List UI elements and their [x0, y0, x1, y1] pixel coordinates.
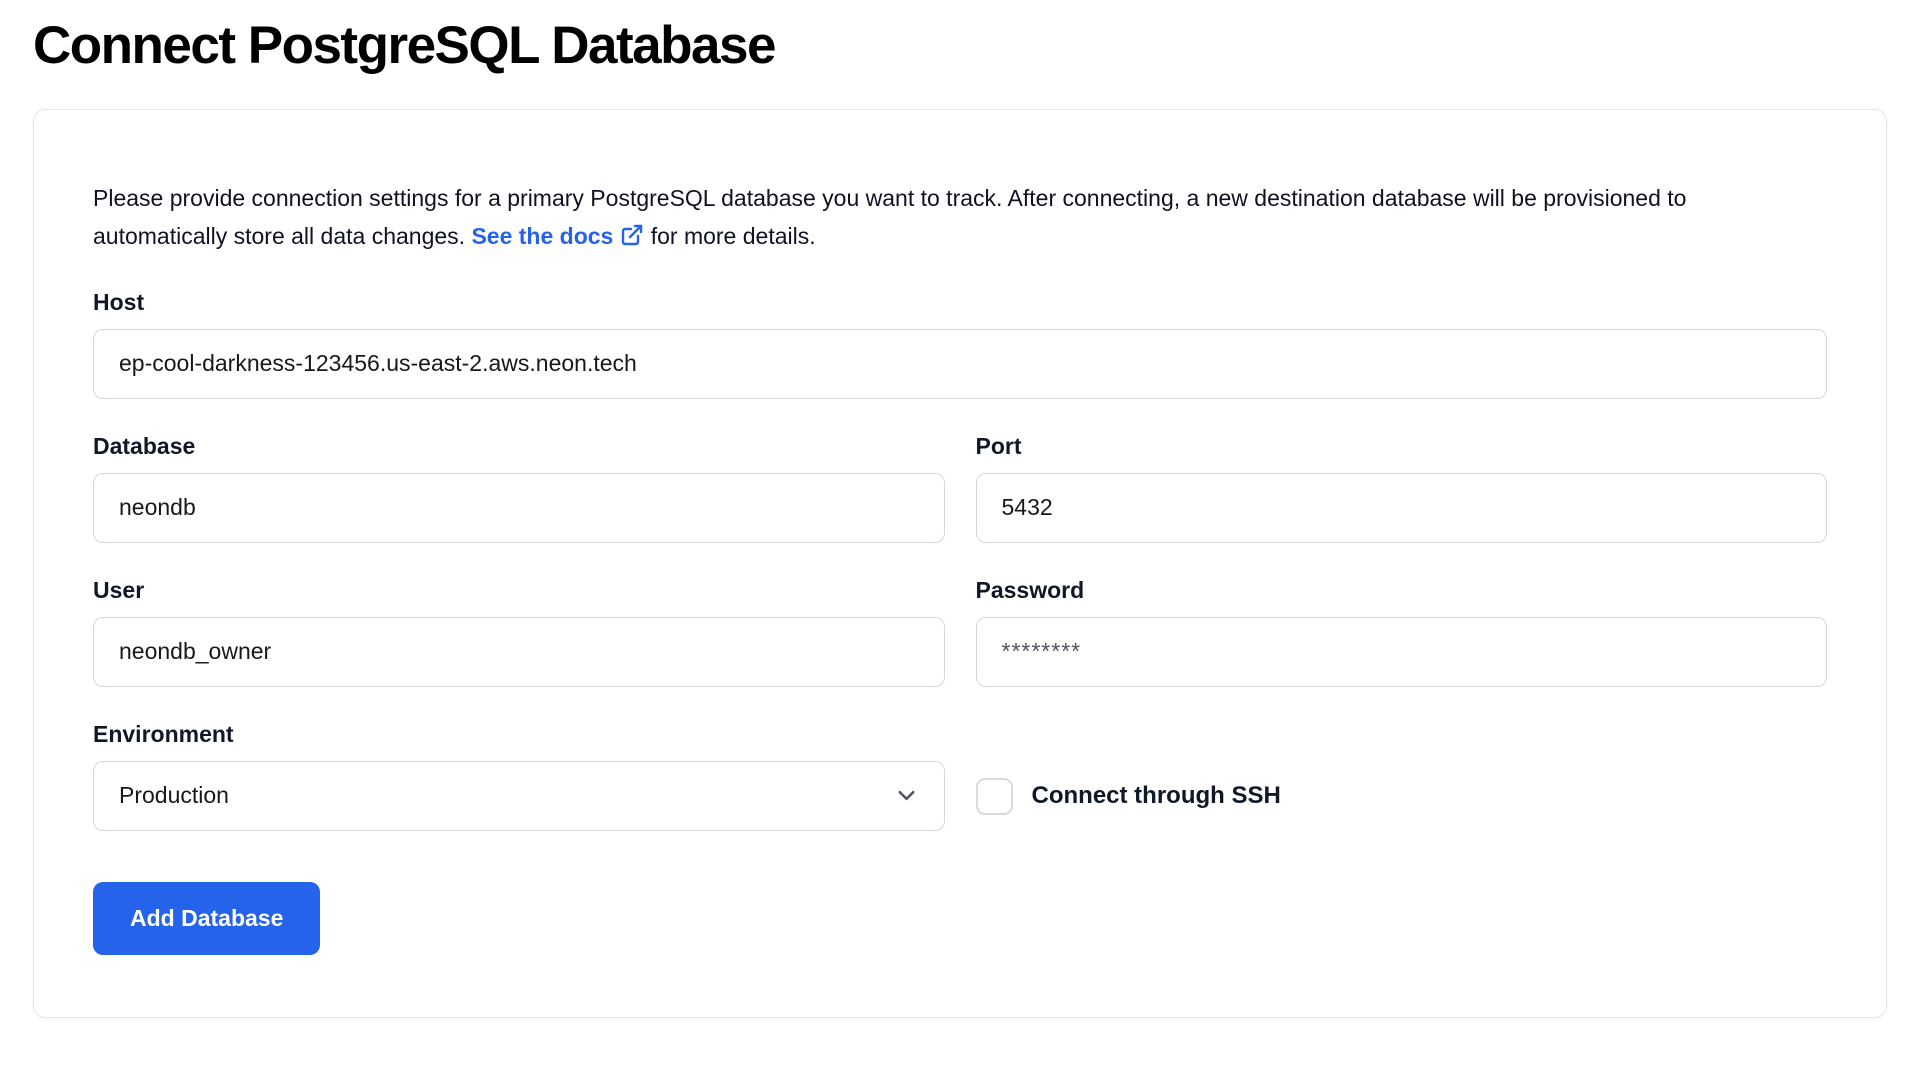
port-label: Port — [976, 432, 1828, 460]
ssh-checkbox-label[interactable]: Connect through SSH — [1032, 782, 1281, 810]
port-input[interactable] — [976, 473, 1828, 543]
user-password-row: User Password — [93, 576, 1827, 687]
password-field-group: Password — [976, 576, 1828, 687]
user-field-group: User — [93, 576, 945, 687]
password-input[interactable] — [976, 617, 1828, 687]
user-input[interactable] — [93, 617, 945, 687]
ssh-option: Connect through SSH — [976, 778, 1828, 815]
user-label: User — [93, 576, 945, 604]
see-the-docs-label: See the docs — [471, 223, 613, 249]
port-field-group: Port — [976, 432, 1828, 543]
page-title: Connect PostgreSQL Database — [33, 16, 1887, 77]
page: Connect PostgreSQL Database Please provi… — [0, 16, 1920, 1018]
database-field-group: Database — [93, 432, 945, 543]
host-row: Host — [93, 288, 1827, 399]
host-field-group: Host — [93, 288, 1827, 399]
database-port-row: Database Port — [93, 432, 1827, 543]
chevron-down-icon — [893, 782, 920, 809]
connection-form-card: Please provide connection settings for a… — [33, 109, 1887, 1018]
host-input[interactable] — [93, 329, 1827, 399]
environment-select[interactable]: Production — [93, 761, 945, 831]
add-database-button[interactable]: Add Database — [93, 882, 320, 955]
environment-label: Environment — [93, 720, 945, 748]
ssh-checkbox[interactable] — [976, 778, 1013, 815]
environment-field-group: Environment Production — [93, 720, 945, 831]
host-label: Host — [93, 288, 1827, 316]
environment-ssh-row: Environment Production Connect through S… — [93, 720, 1827, 831]
description: Please provide connection settings for a… — [93, 179, 1827, 255]
see-the-docs-link[interactable]: See the docs — [471, 223, 644, 249]
environment-selected-value: Production — [119, 782, 229, 809]
password-label: Password — [976, 576, 1828, 604]
external-link-icon — [620, 223, 644, 247]
description-text-after: for more details. — [644, 223, 815, 249]
database-input[interactable] — [93, 473, 945, 543]
database-label: Database — [93, 432, 945, 460]
description-text-before: Please provide connection settings for a… — [93, 185, 1686, 249]
